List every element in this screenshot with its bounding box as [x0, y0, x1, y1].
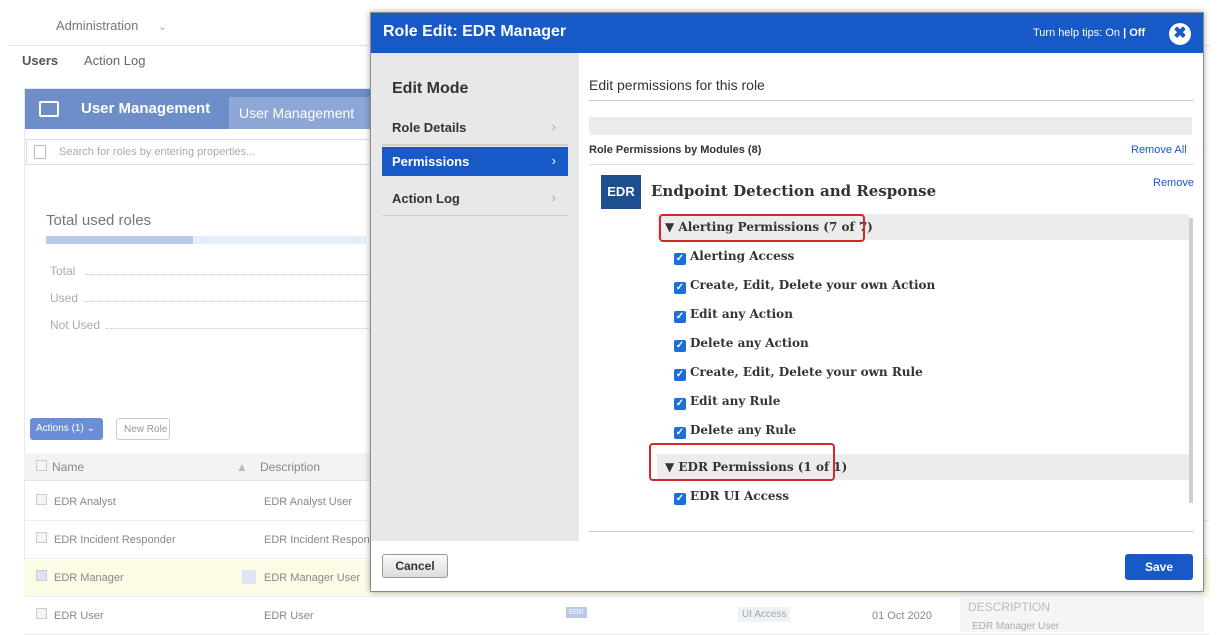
- help-tips-toggle: Turn help tips: On | Off: [1033, 27, 1145, 39]
- highlight-box: [659, 214, 865, 242]
- checkbox-checked-icon[interactable]: ✓: [674, 340, 686, 352]
- sidebar-item-permissions[interactable]: Permissions ›: [382, 147, 568, 176]
- close-icon[interactable]: ✖: [1169, 23, 1191, 45]
- sidebar-title: Edit Mode: [392, 80, 469, 97]
- divider: [589, 531, 1194, 532]
- stat-used: Used: [50, 291, 79, 305]
- checkbox-checked-icon[interactable]: ✓: [674, 398, 686, 410]
- row-description: EDR Manager User: [264, 572, 360, 584]
- usage-bar-fill: [46, 236, 193, 244]
- divider: [589, 100, 1194, 101]
- modules-header: Role Permissions by Modules (8): [589, 144, 762, 156]
- filter-bar: [589, 117, 1192, 135]
- checkbox-checked-icon[interactable]: ✓: [674, 369, 686, 381]
- row-checkbox[interactable]: [36, 494, 47, 505]
- module-title: Endpoint Detection and Response: [651, 182, 937, 200]
- permission-item[interactable]: ✓ Alerting Access: [674, 249, 794, 265]
- resize-grip-icon[interactable]: ⋰: [1197, 585, 1205, 594]
- stat-not-used: Not Used: [50, 318, 101, 332]
- checkbox-checked-icon[interactable]: ✓: [674, 253, 686, 265]
- dialog-title: Role Edit: EDR Manager: [383, 23, 567, 40]
- checkbox-checked-icon[interactable]: ✓: [674, 311, 686, 323]
- sort-icon: ▲: [236, 460, 248, 474]
- chevron-right-icon: ›: [551, 153, 556, 168]
- usage-bar: [46, 236, 366, 244]
- chevron-right-icon: ›: [551, 190, 556, 205]
- permission-item[interactable]: ✓ EDR UI Access: [674, 489, 789, 505]
- chevron-right-icon: ›: [551, 119, 556, 134]
- search-input[interactable]: Search for roles by entering properties.…: [26, 139, 371, 165]
- panel-tab[interactable]: User Management: [229, 97, 379, 129]
- row-checkbox-checked[interactable]: [36, 570, 47, 581]
- module-badge: EDR: [601, 175, 641, 209]
- divider: [382, 145, 568, 146]
- checkbox-checked-icon[interactable]: ✓: [674, 282, 686, 294]
- new-role-button[interactable]: New Role: [116, 418, 170, 440]
- permission-chip: UI Access: [738, 607, 791, 622]
- column-description[interactable]: Description: [260, 460, 320, 474]
- remove-all-link[interactable]: Remove All: [1131, 144, 1187, 156]
- help-tips-label: Turn help tips:: [1033, 27, 1103, 39]
- divider: [589, 164, 1194, 165]
- row-date: 01 Oct 2020: [872, 610, 932, 622]
- chevron-down-icon: ⌄: [158, 21, 168, 33]
- checkbox-checked-icon[interactable]: ✓: [674, 493, 686, 505]
- dialog-header: Role Edit: EDR Manager Turn help tips: O…: [371, 13, 1203, 53]
- row-description: EDR Incident Respond: [264, 534, 376, 546]
- stats-heading: Total used roles: [46, 212, 152, 229]
- sidebar-item-label: Role Details: [392, 120, 467, 135]
- scrollbar[interactable]: [1189, 218, 1193, 503]
- sidebar-item-action-log[interactable]: Action Log ›: [382, 181, 568, 216]
- actions-button[interactable]: Actions (1) ⌄: [30, 418, 103, 440]
- panel-header: User Management User Management: [25, 89, 383, 129]
- column-name[interactable]: Name: [52, 460, 84, 474]
- row-name: EDR Incident Responder: [54, 534, 176, 546]
- permission-item[interactable]: ✓ Edit any Rule: [674, 394, 780, 410]
- checkbox-checked-icon[interactable]: ✓: [674, 427, 686, 439]
- row-checkbox[interactable]: [36, 532, 47, 543]
- row-name: EDR Analyst: [54, 496, 116, 508]
- row-description: EDR User: [264, 610, 314, 622]
- permission-item[interactable]: ✓ Create, Edit, Delete your own Action: [674, 278, 935, 294]
- select-all-checkbox[interactable]: [36, 460, 47, 471]
- table-header: Name ▲ Description: [24, 453, 384, 481]
- panel-title: User Management: [81, 100, 211, 117]
- description-heading: DESCRIPTION: [968, 600, 1051, 614]
- row-checkbox[interactable]: [36, 608, 47, 619]
- sidebar-item-role-details[interactable]: Role Details ›: [382, 110, 568, 145]
- permission-item[interactable]: ✓ Delete any Action: [674, 336, 809, 352]
- admin-menu[interactable]: Administration: [56, 18, 138, 33]
- highlight-box: [649, 443, 835, 481]
- help-tips-on[interactable]: On: [1105, 27, 1120, 39]
- sidebar-item-label: Action Log: [392, 191, 460, 206]
- permissions-list: ▼ Alerting Permissions (7 of 7) ✓ Alertin…: [589, 213, 1194, 531]
- user-card-icon: [39, 101, 59, 117]
- permission-item[interactable]: ✓ Create, Edit, Delete your own Rule: [674, 365, 923, 381]
- description-value: EDR Manager User: [972, 621, 1060, 632]
- sidebar-item-label: Permissions: [392, 154, 470, 169]
- row-description: EDR Analyst User: [264, 496, 353, 508]
- permission-item[interactable]: ✓ Delete any Rule: [674, 423, 796, 439]
- remove-module-link[interactable]: Remove: [1153, 177, 1194, 189]
- save-button[interactable]: Save: [1125, 554, 1193, 580]
- help-tips-separator: |: [1123, 27, 1127, 39]
- permission-item[interactable]: ✓ Edit any Action: [674, 307, 793, 323]
- help-tips-off[interactable]: Off: [1129, 27, 1145, 39]
- search-placeholder: Search for roles by entering properties.…: [59, 146, 256, 158]
- divider: [86, 274, 370, 275]
- edit-mode-sidebar: Edit Mode Role Details › Permissions › A…: [371, 53, 579, 541]
- row-menu-icon[interactable]: [242, 570, 256, 584]
- main-heading: Edit permissions for this role: [589, 77, 765, 93]
- cancel-button[interactable]: Cancel: [382, 554, 448, 578]
- stat-total: Total: [50, 264, 76, 278]
- divider: [84, 301, 370, 302]
- users-tab[interactable]: Users: [22, 53, 58, 68]
- row-name: EDR Manager: [54, 572, 124, 584]
- search-icon: [34, 145, 46, 159]
- row-name: EDR User: [54, 610, 104, 622]
- divider: [106, 328, 370, 329]
- role-edit-dialog: Role Edit: EDR Manager Turn help tips: O…: [370, 12, 1205, 594]
- module-badge: EDR: [566, 607, 587, 618]
- action-log-tab[interactable]: Action Log: [84, 53, 145, 68]
